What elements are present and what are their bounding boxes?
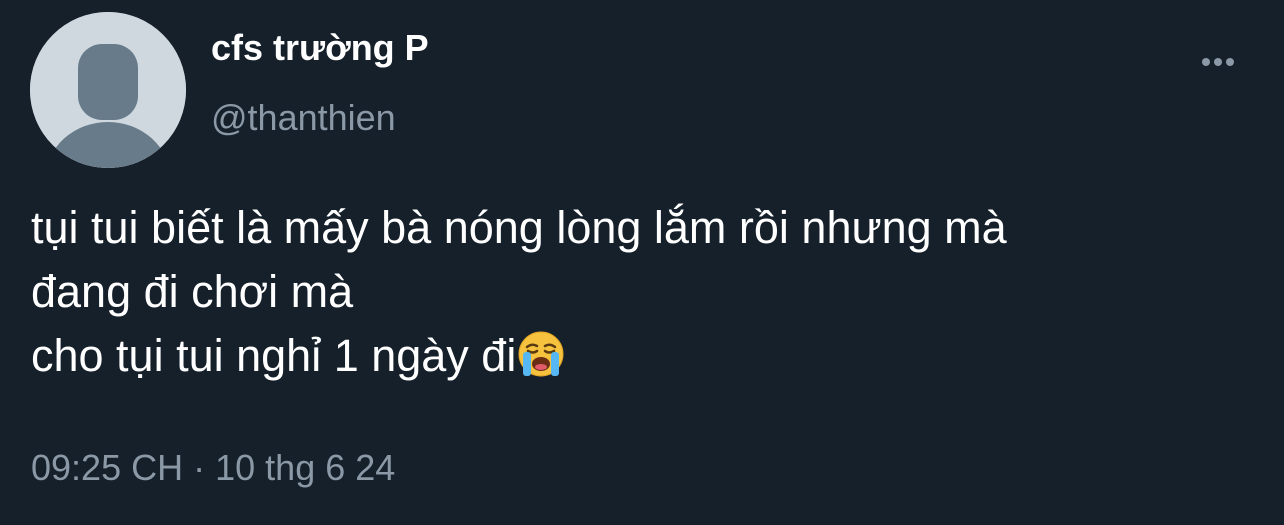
tweet-date: 10 thg 6 24 bbox=[215, 447, 396, 488]
avatar[interactable] bbox=[30, 12, 186, 168]
tweet-text-line: tụi tui biết là mấy bà nóng lòng lắm rồi… bbox=[31, 202, 1007, 253]
tweet-card: cfs trường P @thanthien tụi tui biết là … bbox=[0, 0, 1284, 525]
tweet-time: 09:25 CH bbox=[31, 447, 184, 488]
tweet-text-line: cho tụi tui nghỉ 1 ngày đi bbox=[31, 324, 1271, 394]
default-profile-icon bbox=[30, 12, 186, 168]
ellipsis-icon bbox=[1202, 58, 1234, 66]
tweet-timestamp[interactable]: 09:25 CH · 10 thg 6 24 bbox=[31, 446, 395, 490]
tweet-text-fragment: cho tụi tui nghỉ 1 ngày đi bbox=[31, 330, 517, 381]
author-display-name[interactable]: cfs trường P bbox=[211, 26, 429, 70]
tweet-text-line: đang đi chơi mà bbox=[31, 266, 354, 317]
tweet-text: tụi tui biết là mấy bà nóng lòng lắm rồi… bbox=[31, 196, 1271, 394]
author-handle[interactable]: @thanthien bbox=[211, 96, 396, 140]
timestamp-separator: · bbox=[193, 447, 206, 488]
loudly-crying-face-icon bbox=[518, 330, 564, 394]
more-options-button[interactable] bbox=[1196, 44, 1240, 80]
